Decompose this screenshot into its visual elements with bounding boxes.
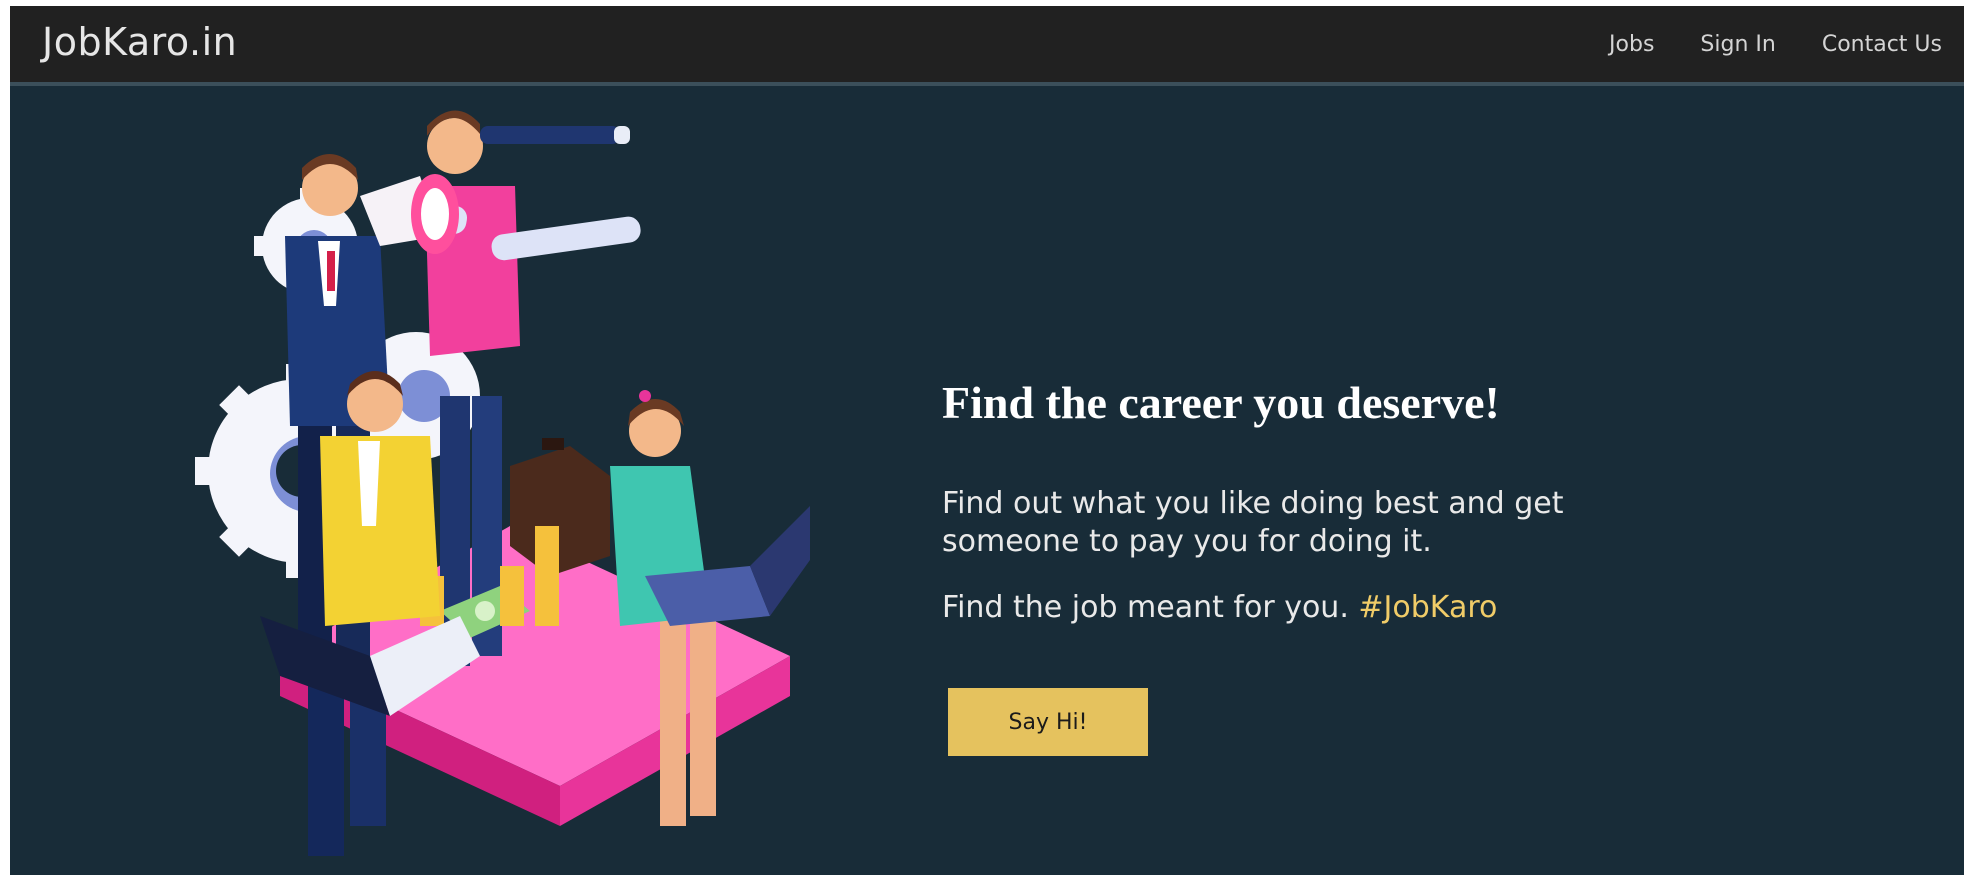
nav-link-contact-us[interactable]: Contact Us [1822,32,1942,57]
page-frame: JobKaro.in Jobs Sign In Contact Us Find … [10,6,1964,875]
nav-link-jobs[interactable]: Jobs [1609,32,1654,57]
nav-links: Jobs Sign In Contact Us [1609,32,1942,57]
hero-tagline: Find the job meant for you. #JobKaro [942,589,1642,627]
say-hi-button[interactable]: Say Hi! [948,688,1148,756]
hero-section: Find the career you deserve! Find out wh… [942,377,1642,627]
nav-link-sign-in[interactable]: Sign In [1700,32,1775,57]
hero-hashtag: #JobKaro [1358,589,1498,625]
career-team-illustration [195,110,810,856]
navbar: JobKaro.in Jobs Sign In Contact Us [10,6,1964,86]
hero-tagline-text: Find the job meant for you. [942,589,1349,625]
hero-description: Find out what you like doing best and ge… [942,485,1564,559]
brand-logo[interactable]: JobKaro.in [42,20,237,64]
hero-title: Find the career you deserve! [942,377,1500,428]
briefcase-icon [510,438,610,576]
